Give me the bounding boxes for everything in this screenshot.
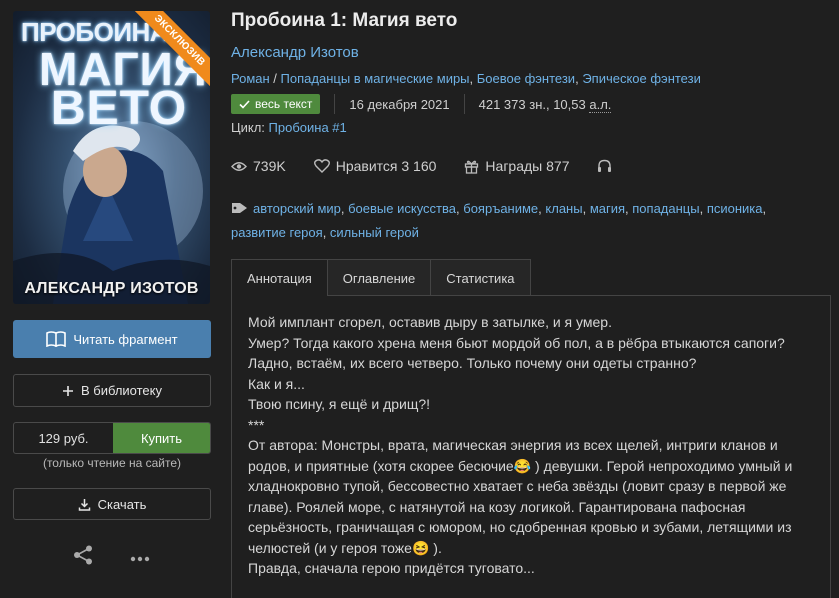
author-link[interactable]: Александр Изотов	[231, 44, 359, 61]
annotation-line: Ладно, встаём, их всего четверо. Только …	[248, 355, 697, 371]
tag-link[interactable]: авторский мир	[253, 201, 341, 216]
price-label: 129 руб.	[38, 430, 89, 446]
stats-row: 739K Нравится 3 160 Награды 877	[231, 158, 646, 174]
book-cover[interactable]: ПРОБОИНА МАГИЯ ВЕТО АЛЕКСАНДР ИЗОТОВ ЭКС…	[13, 11, 210, 304]
buy-button[interactable]: Купить	[113, 423, 210, 453]
awards-count: 877	[546, 158, 570, 174]
plus-icon	[62, 385, 74, 397]
cycle-line: Цикл: Пробоина #1	[231, 120, 347, 135]
headphones-icon	[597, 159, 612, 173]
tag-link[interactable]: кланы	[545, 201, 582, 216]
extra-actions	[72, 544, 150, 569]
add-to-library-label: В библиотеку	[80, 383, 162, 398]
tab-statistics[interactable]: Статистика	[430, 259, 531, 296]
tag-link[interactable]: попаданцы	[632, 201, 699, 216]
meta-divider	[334, 94, 336, 114]
annotation-line: Умер? Тогда какого хрена меня бьют мордо…	[248, 334, 785, 351]
annotation-line: Мой имплант сгорел, оставив дыру в затыл…	[248, 314, 612, 330]
annotation-panel: Мой имплант сгорел, оставив дыру в затыл…	[231, 295, 831, 598]
share-icon[interactable]	[72, 544, 94, 569]
download-icon	[78, 498, 91, 511]
views-stat: 739K	[231, 158, 286, 174]
cycle-label: Цикл:	[231, 120, 265, 135]
annotation-line: родов, и приятные (хотя скорее бесючие😂 …	[248, 457, 793, 474]
tag-link[interactable]: сильный герой	[330, 225, 419, 240]
meta-divider	[463, 94, 465, 114]
download-button[interactable]: Скачать	[13, 488, 211, 520]
tab-bar: Аннотация Оглавление Статистика	[231, 259, 531, 296]
annotation-line: Правда, сначала герою придётся туговато.…	[248, 560, 535, 576]
cover-title-line2: ВЕТО	[50, 82, 188, 135]
genre-link[interactable]: Эпическое фэнтези	[582, 71, 701, 86]
tag-link[interactable]: бояръаниме	[463, 201, 538, 216]
tag-link[interactable]: магия	[590, 201, 625, 216]
annotation-line: Твою псину, я ещё и дрищ?!	[248, 396, 431, 412]
heart-icon	[313, 159, 330, 173]
eye-icon	[231, 161, 247, 172]
likes-count: 3 160	[401, 158, 437, 174]
cover-author-text: АЛЕКСАНДР ИЗОТОВ	[24, 280, 199, 297]
likes-label: Нравится	[335, 158, 398, 174]
read-fragment-button[interactable]: Читать фрагмент	[13, 320, 211, 358]
annotation-line: хладнокровно тупой, бессовестно хватает …	[248, 478, 787, 494]
genre-link[interactable]: Боевое фэнтези	[477, 71, 575, 86]
tab-contents[interactable]: Оглавление	[326, 259, 432, 296]
tag-link[interactable]: псионика	[707, 201, 763, 216]
purchase-row: 129 руб. Купить	[13, 422, 211, 454]
annotation-line: ***	[248, 416, 265, 433]
gift-icon	[464, 159, 479, 174]
download-label: Скачать	[97, 496, 147, 512]
annotation-line: серьёзность, граничащая с юмором, но сдо…	[248, 519, 792, 535]
meta-row: весь текст 16 декабря 2021 421 373 зн., …	[231, 94, 612, 114]
tag-link[interactable]: боевые искусства	[348, 201, 456, 216]
genre-link[interactable]: Роман	[231, 71, 270, 86]
author-sheets-unit[interactable]: а.л.	[589, 96, 612, 113]
likes-stat[interactable]: Нравится 3 160	[313, 158, 437, 174]
tab-annotation[interactable]: Аннотация	[231, 259, 328, 296]
book-open-icon	[46, 331, 67, 347]
tag-link[interactable]: развитие героя	[231, 225, 323, 240]
add-to-library-button[interactable]: В библиотеку	[13, 374, 211, 407]
annotation-line: От автора: Монстры, врата, магическая эн…	[248, 437, 778, 453]
tag-icon	[231, 200, 249, 222]
awards-stat[interactable]: Награды 877	[464, 158, 569, 174]
genre-separator: ,	[469, 71, 477, 86]
book-size-value: 421 373 зн., 10,53	[478, 96, 590, 112]
annotation-line: Как и я...	[248, 375, 305, 392]
publish-date: 16 декабря 2021	[349, 96, 450, 112]
genre-link[interactable]: Попаданцы в магические миры	[281, 71, 470, 86]
awards-label: Награды	[485, 158, 543, 174]
buy-note: (только чтение на сайте)	[42, 456, 182, 470]
genres-line: Роман / Попаданцы в магические миры, Бое…	[231, 71, 701, 86]
book-title: Пробоина 1: Магия вето	[231, 10, 458, 31]
full-text-label: весь текст	[255, 97, 313, 111]
views-count: 739K	[253, 158, 286, 174]
book-size: 421 373 зн., 10,53 а.л.	[478, 96, 612, 113]
check-icon	[239, 99, 250, 109]
cycle-link[interactable]: Пробоина #1	[269, 120, 347, 135]
tags-list: авторский мир, боевые искусства, бояръан…	[231, 200, 767, 240]
full-text-badge: весь текст	[231, 94, 321, 114]
genre-separator: /	[269, 71, 281, 86]
annotation-line: челюстей (и у героя тоже😆 ).	[248, 539, 442, 556]
more-dots-icon[interactable]	[130, 549, 150, 565]
annotation-line: главе). Роялей море, с натянутой на козу…	[248, 498, 746, 515]
read-fragment-label: Читать фрагмент	[73, 331, 178, 347]
audio-stat[interactable]	[597, 159, 618, 173]
